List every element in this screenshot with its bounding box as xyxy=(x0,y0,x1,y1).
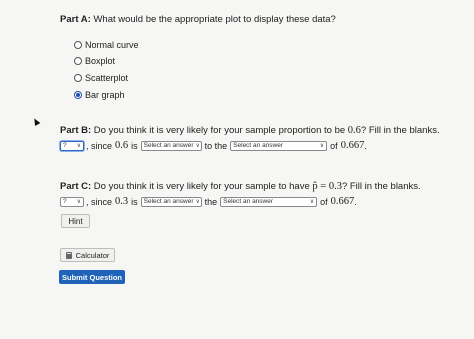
radio-scatterplot[interactable] xyxy=(74,74,82,82)
radio-bar-graph[interactable] xyxy=(74,91,82,99)
option-label: Boxplot xyxy=(85,56,116,66)
part-c-select-2[interactable]: Select an answer ∨ xyxy=(140,196,202,207)
part-a-label: Part A: xyxy=(60,14,91,25)
chevron-down-icon: ∨ xyxy=(76,199,81,205)
part-c-text-is: is xyxy=(131,196,138,207)
part-c-phat: p̂ xyxy=(312,181,318,192)
part-b-value: 0.6 xyxy=(347,125,361,136)
chevron-down-icon: ∨ xyxy=(195,143,200,149)
select-value: Select an answer xyxy=(143,198,194,205)
part-c-select-3[interactable]: Select an answer ∨ xyxy=(220,196,318,207)
hint-button[interactable]: Hint xyxy=(61,214,90,228)
part-a-question: Part A: What would be the appropriate pl… xyxy=(60,14,336,25)
part-b-text: Do you think it is very likely for your … xyxy=(93,125,346,136)
option-boxplot[interactable]: Boxplot xyxy=(74,56,115,66)
part-b-text-is: is xyxy=(131,140,138,151)
select-value: ? xyxy=(63,142,67,149)
radio-normal-curve[interactable] xyxy=(74,41,82,49)
part-b-text-since: , since xyxy=(86,140,113,151)
option-label: Bar graph xyxy=(85,90,125,100)
option-normal-curve[interactable]: Normal curve xyxy=(74,40,139,50)
radio-boxplot[interactable] xyxy=(74,57,82,65)
part-c-text-of: of xyxy=(320,196,328,207)
option-bar-graph[interactable]: Bar graph xyxy=(74,90,125,100)
part-b-answer-line: ? ∨ , since 0.6 is Select an answer ∨ to… xyxy=(60,140,367,151)
part-b-text-of: of xyxy=(330,140,338,151)
part-b-select-3[interactable]: Select an answer ∨ xyxy=(230,140,328,151)
part-b-text-end: ? Fill in the blanks. xyxy=(360,125,440,136)
part-c-label: Part C: xyxy=(60,181,92,192)
calculator-button[interactable]: Calculator xyxy=(60,248,115,262)
part-c-text-since: , since xyxy=(86,196,113,207)
part-c-answer-line: ? ∨ , since 0.3 is Select an answer ∨ th… xyxy=(60,196,357,207)
submit-question-button[interactable]: Submit Question xyxy=(59,270,125,284)
select-value: Select an answer xyxy=(223,198,274,205)
part-b-val2: 0.667 xyxy=(340,140,365,151)
select-value: ? xyxy=(63,198,67,205)
part-c-question: Part C: Do you think it is very likely f… xyxy=(60,181,421,192)
chevron-down-icon: ∨ xyxy=(76,143,81,149)
calculator-icon xyxy=(65,251,72,259)
part-c-val2: 0.667 xyxy=(330,196,355,207)
part-b-select-1[interactable]: ? ∨ xyxy=(60,140,84,151)
chevron-down-icon: ∨ xyxy=(195,199,200,205)
part-c-text-the: the xyxy=(204,196,218,207)
part-b-select-2[interactable]: Select an answer ∨ xyxy=(140,140,202,151)
option-label: Scatterplot xyxy=(85,73,129,83)
part-c-val1: 0.3 xyxy=(115,196,129,207)
part-b-val1: 0.6 xyxy=(115,140,129,151)
select-value: Select an answer xyxy=(233,142,284,149)
mouse-cursor-icon xyxy=(31,116,41,127)
part-c-value: = 0.3 xyxy=(320,181,342,192)
chevron-down-icon: ∨ xyxy=(309,199,315,205)
part-c-text: Do you think it is very likely for your … xyxy=(93,181,310,192)
select-value: Select an answer xyxy=(143,142,194,149)
part-c-select-1[interactable]: ? ∨ xyxy=(60,196,84,207)
part-b-period: . xyxy=(364,140,367,151)
part-b-question: Part B: Do you think it is very likely f… xyxy=(60,125,440,136)
calculator-label: Calculator xyxy=(75,250,110,260)
option-label: Normal curve xyxy=(85,40,139,50)
part-b-label: Part B: xyxy=(60,125,92,136)
part-c-text-end: ? Fill in the blanks. xyxy=(341,181,421,192)
part-a-text: What would be the appropriate plot to di… xyxy=(93,14,336,25)
option-scatterplot[interactable]: Scatterplot xyxy=(74,73,128,83)
chevron-down-icon: ∨ xyxy=(319,143,325,149)
part-b-text-to-the: to the xyxy=(204,140,228,151)
part-c-period: . xyxy=(354,196,357,207)
